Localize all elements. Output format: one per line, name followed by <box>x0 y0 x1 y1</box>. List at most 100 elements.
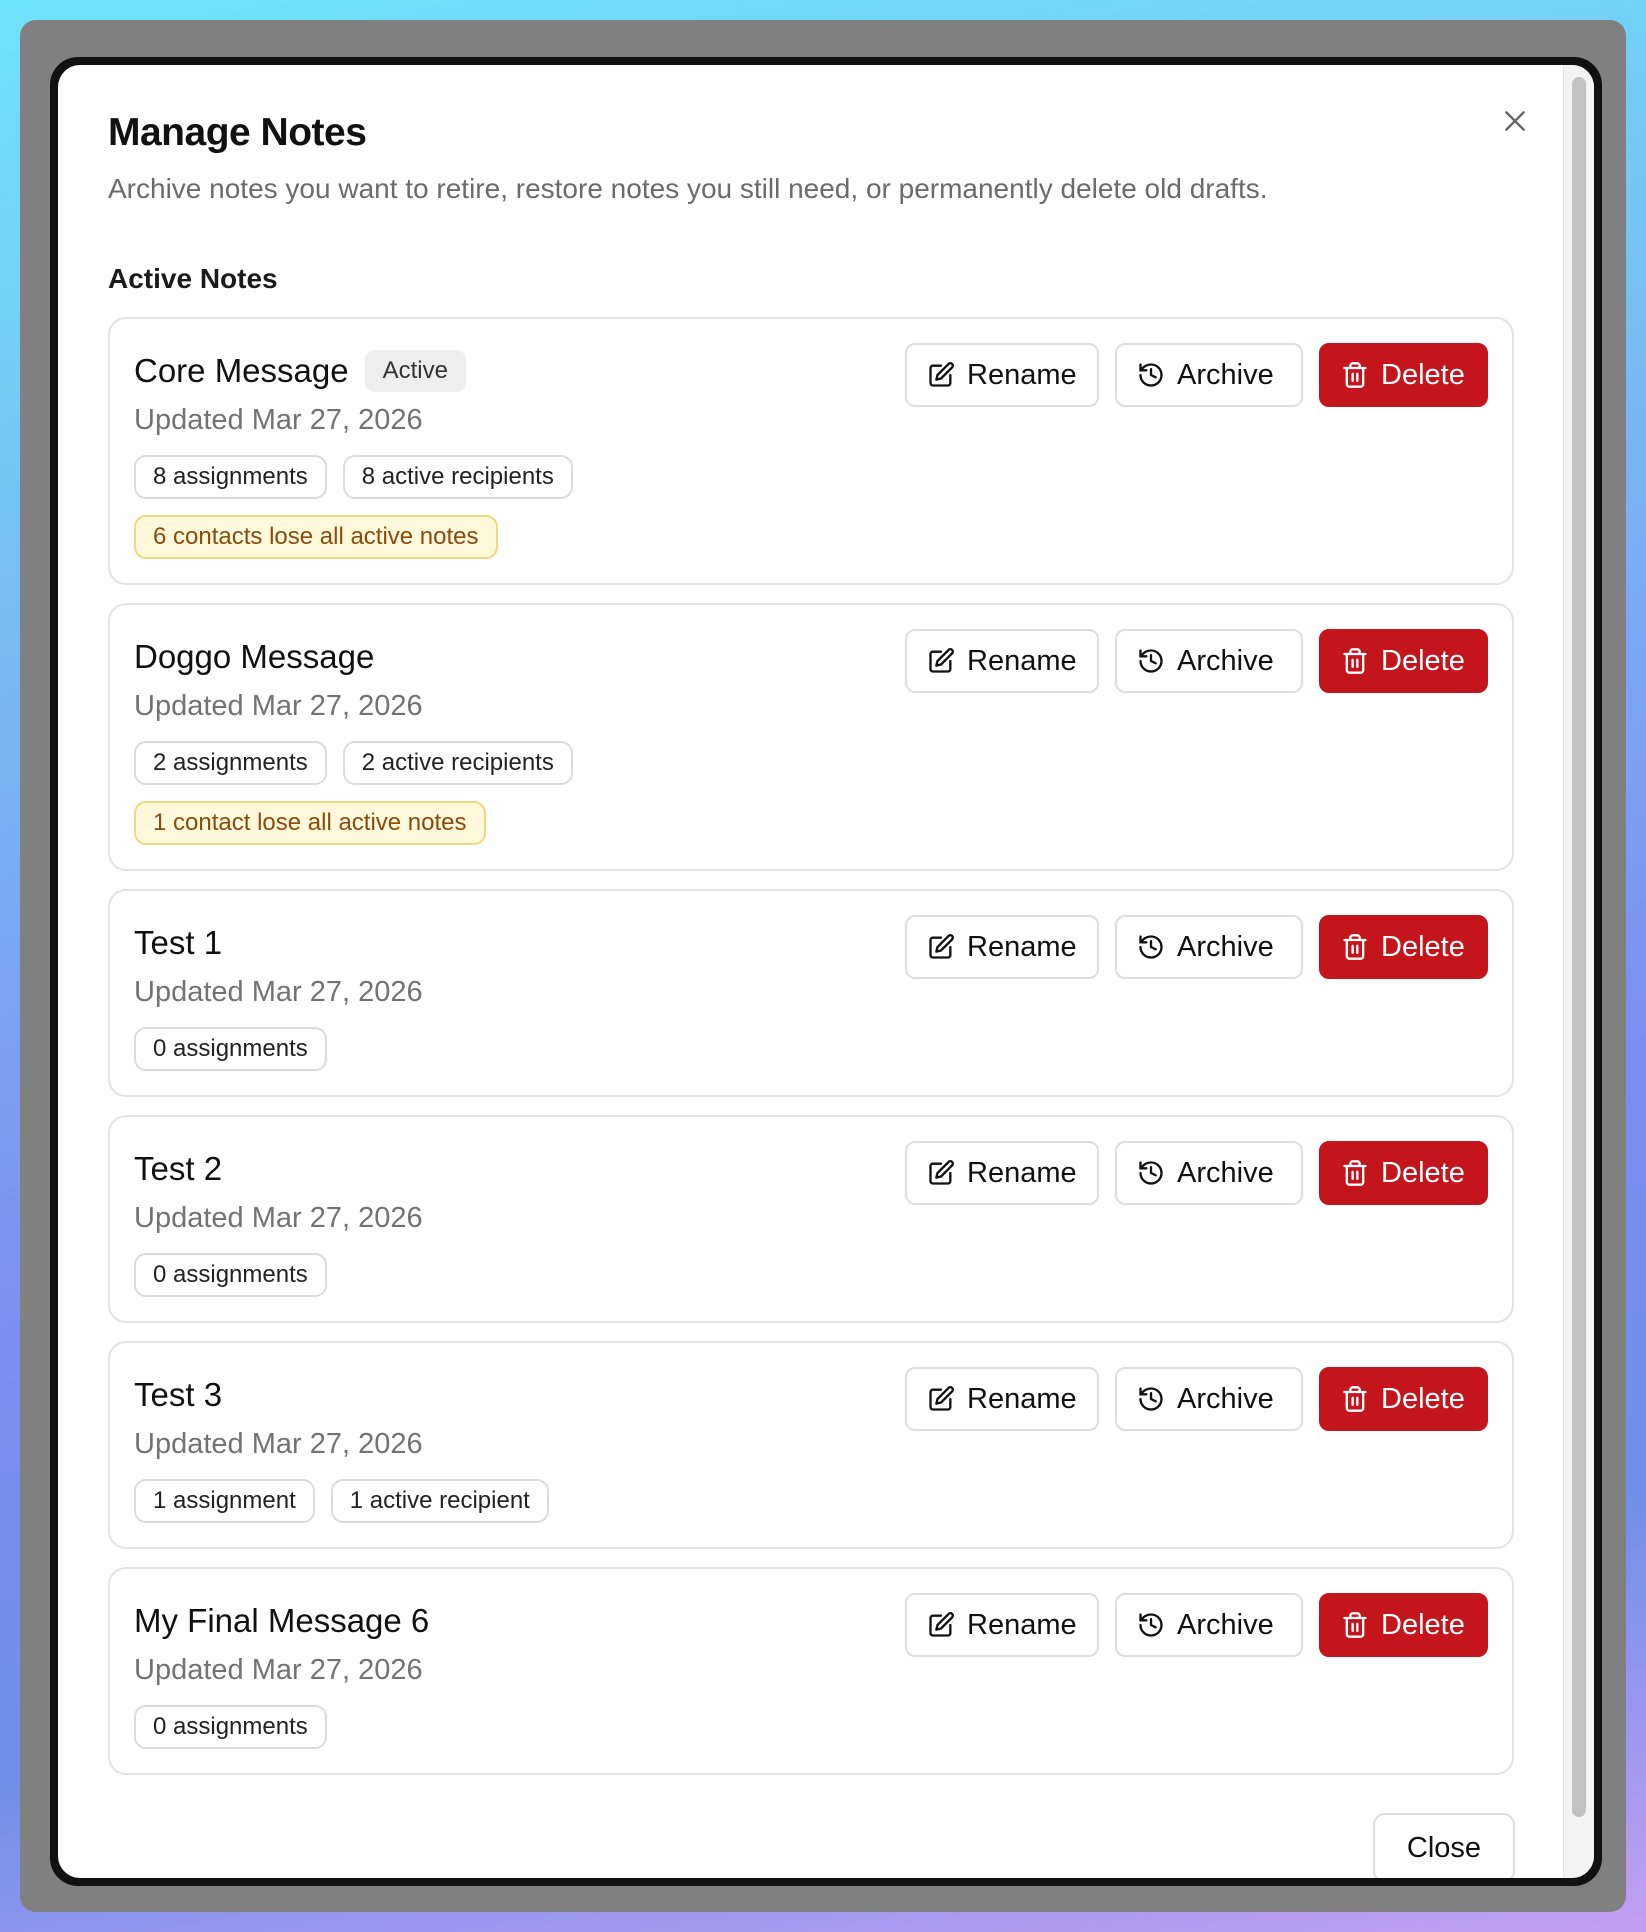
note-tag: 2 assignments <box>134 741 327 785</box>
archive-label: Archive <box>1177 1156 1274 1189</box>
notes-list: Core Message Active Updated Mar 27, 2026… <box>108 317 1514 1793</box>
note-actions: Rename Archive Delete <box>905 1141 1488 1205</box>
delete-label: Delete <box>1381 644 1465 677</box>
history-icon <box>1139 1387 1163 1411</box>
rename-button[interactable]: Rename <box>905 1141 1099 1205</box>
delete-button[interactable]: Delete <box>1319 1141 1488 1205</box>
note-warning: 6 contacts lose all active notes <box>134 515 498 559</box>
trash-icon <box>1343 934 1367 960</box>
note-tag: 0 assignments <box>134 1027 327 1071</box>
delete-button[interactable]: Delete <box>1319 1593 1488 1657</box>
note-actions: Rename Archive Delete <box>905 1593 1488 1657</box>
history-icon <box>1139 363 1163 387</box>
trash-icon <box>1343 1160 1367 1186</box>
delete-button[interactable]: Delete <box>1319 343 1488 407</box>
delete-button[interactable]: Delete <box>1319 915 1488 979</box>
note-actions: Rename Archive Delete <box>905 343 1488 407</box>
note-card: Test 3 Updated Mar 27, 2026 1 assignment… <box>108 1341 1514 1549</box>
archive-label: Archive <box>1177 1382 1274 1415</box>
edit-icon <box>929 362 954 387</box>
archive-button[interactable]: Archive <box>1115 629 1303 693</box>
note-name: Doggo Message <box>134 638 375 675</box>
archive-button[interactable]: Archive <box>1115 915 1303 979</box>
note-name: Test 3 <box>134 1376 223 1413</box>
edit-icon <box>929 648 954 673</box>
rename-button[interactable]: Rename <box>905 629 1099 693</box>
note-card: My Final Message 6 Updated Mar 27, 2026 … <box>108 1567 1514 1775</box>
delete-label: Delete <box>1381 358 1465 391</box>
rename-label: Rename <box>967 1156 1077 1189</box>
archive-label: Archive <box>1177 358 1274 391</box>
archive-button[interactable]: Archive <box>1115 1367 1303 1431</box>
note-card: Doggo Message Updated Mar 27, 2026 2 ass… <box>108 603 1514 871</box>
archive-button[interactable]: Archive <box>1115 1593 1303 1657</box>
note-tags: 0 assignments <box>134 1027 1488 1071</box>
rename-label: Rename <box>967 644 1077 677</box>
trash-icon <box>1343 1386 1367 1412</box>
archive-label: Archive <box>1177 930 1274 963</box>
close-dialog-button[interactable] <box>1495 101 1535 141</box>
note-actions: Rename Archive Delete <box>905 915 1488 979</box>
history-icon <box>1139 1161 1163 1185</box>
note-tags: 1 assignment 1 active recipient <box>134 1479 1488 1523</box>
archive-button[interactable]: Archive <box>1115 1141 1303 1205</box>
delete-label: Delete <box>1381 930 1465 963</box>
dialog-title: Manage Notes <box>108 111 367 154</box>
delete-label: Delete <box>1381 1608 1465 1641</box>
note-tag: 8 assignments <box>134 455 327 499</box>
rename-button[interactable]: Rename <box>905 1367 1099 1431</box>
active-badge: Active <box>364 350 466 392</box>
delete-button[interactable]: Delete <box>1319 1367 1488 1431</box>
delete-label: Delete <box>1381 1382 1465 1415</box>
note-tags: 0 assignments <box>134 1705 1488 1749</box>
note-warning: 1 contact lose all active notes <box>134 801 486 845</box>
scrollbar-thumb[interactable] <box>1572 77 1586 1817</box>
delete-button[interactable]: Delete <box>1319 629 1488 693</box>
close-button[interactable]: Close <box>1373 1813 1515 1878</box>
note-tag: 1 active recipient <box>330 1479 549 1523</box>
manage-notes-dialog: Manage Notes Archive notes you want to r… <box>58 65 1594 1878</box>
close-icon <box>1505 111 1525 131</box>
section-title-active-notes: Active Notes <box>108 263 278 294</box>
note-actions: Rename Archive Delete <box>905 629 1488 693</box>
history-icon <box>1139 1613 1163 1637</box>
edit-icon <box>929 1612 954 1637</box>
note-tag: 8 active recipients <box>342 455 573 499</box>
rename-label: Rename <box>967 930 1077 963</box>
history-icon <box>1139 935 1163 959</box>
archive-label: Archive <box>1177 644 1274 677</box>
note-tags: 2 assignments 2 active recipients <box>134 741 1488 785</box>
edit-icon <box>929 1160 954 1185</box>
archive-label: Archive <box>1177 1608 1274 1641</box>
note-tag: 1 assignment <box>134 1479 315 1523</box>
note-card: Test 2 Updated Mar 27, 2026 0 assignment… <box>108 1115 1514 1323</box>
trash-icon <box>1343 648 1367 674</box>
archive-button[interactable]: Archive <box>1115 343 1303 407</box>
trash-icon <box>1343 1612 1367 1638</box>
note-name: Test 1 <box>134 924 223 961</box>
rename-label: Rename <box>967 1382 1077 1415</box>
history-icon <box>1139 649 1163 673</box>
note-card: Test 1 Updated Mar 27, 2026 0 assignment… <box>108 889 1514 1097</box>
delete-label: Delete <box>1381 1156 1465 1189</box>
note-tags: 8 assignments 8 active recipients <box>134 455 1488 499</box>
note-tags: 0 assignments <box>134 1253 1488 1297</box>
note-name: Test 2 <box>134 1150 223 1187</box>
note-name: Core Message <box>134 352 349 389</box>
rename-button[interactable]: Rename <box>905 1593 1099 1657</box>
rename-button[interactable]: Rename <box>905 915 1099 979</box>
rename-label: Rename <box>967 1608 1077 1641</box>
rename-label: Rename <box>967 358 1077 391</box>
trash-icon <box>1343 362 1367 388</box>
note-tag: 2 active recipients <box>342 741 573 785</box>
edit-icon <box>929 1386 954 1411</box>
note-tag: 0 assignments <box>134 1253 327 1297</box>
dialog-subtitle: Archive notes you want to retire, restor… <box>108 173 1268 204</box>
note-tag: 0 assignments <box>134 1705 327 1749</box>
note-card: Core Message Active Updated Mar 27, 2026… <box>108 317 1514 585</box>
note-name: My Final Message 6 <box>134 1602 430 1639</box>
edit-icon <box>929 934 954 959</box>
scrollbar[interactable] <box>1563 65 1594 1878</box>
note-actions: Rename Archive Delete <box>905 1367 1488 1431</box>
rename-button[interactable]: Rename <box>905 343 1099 407</box>
